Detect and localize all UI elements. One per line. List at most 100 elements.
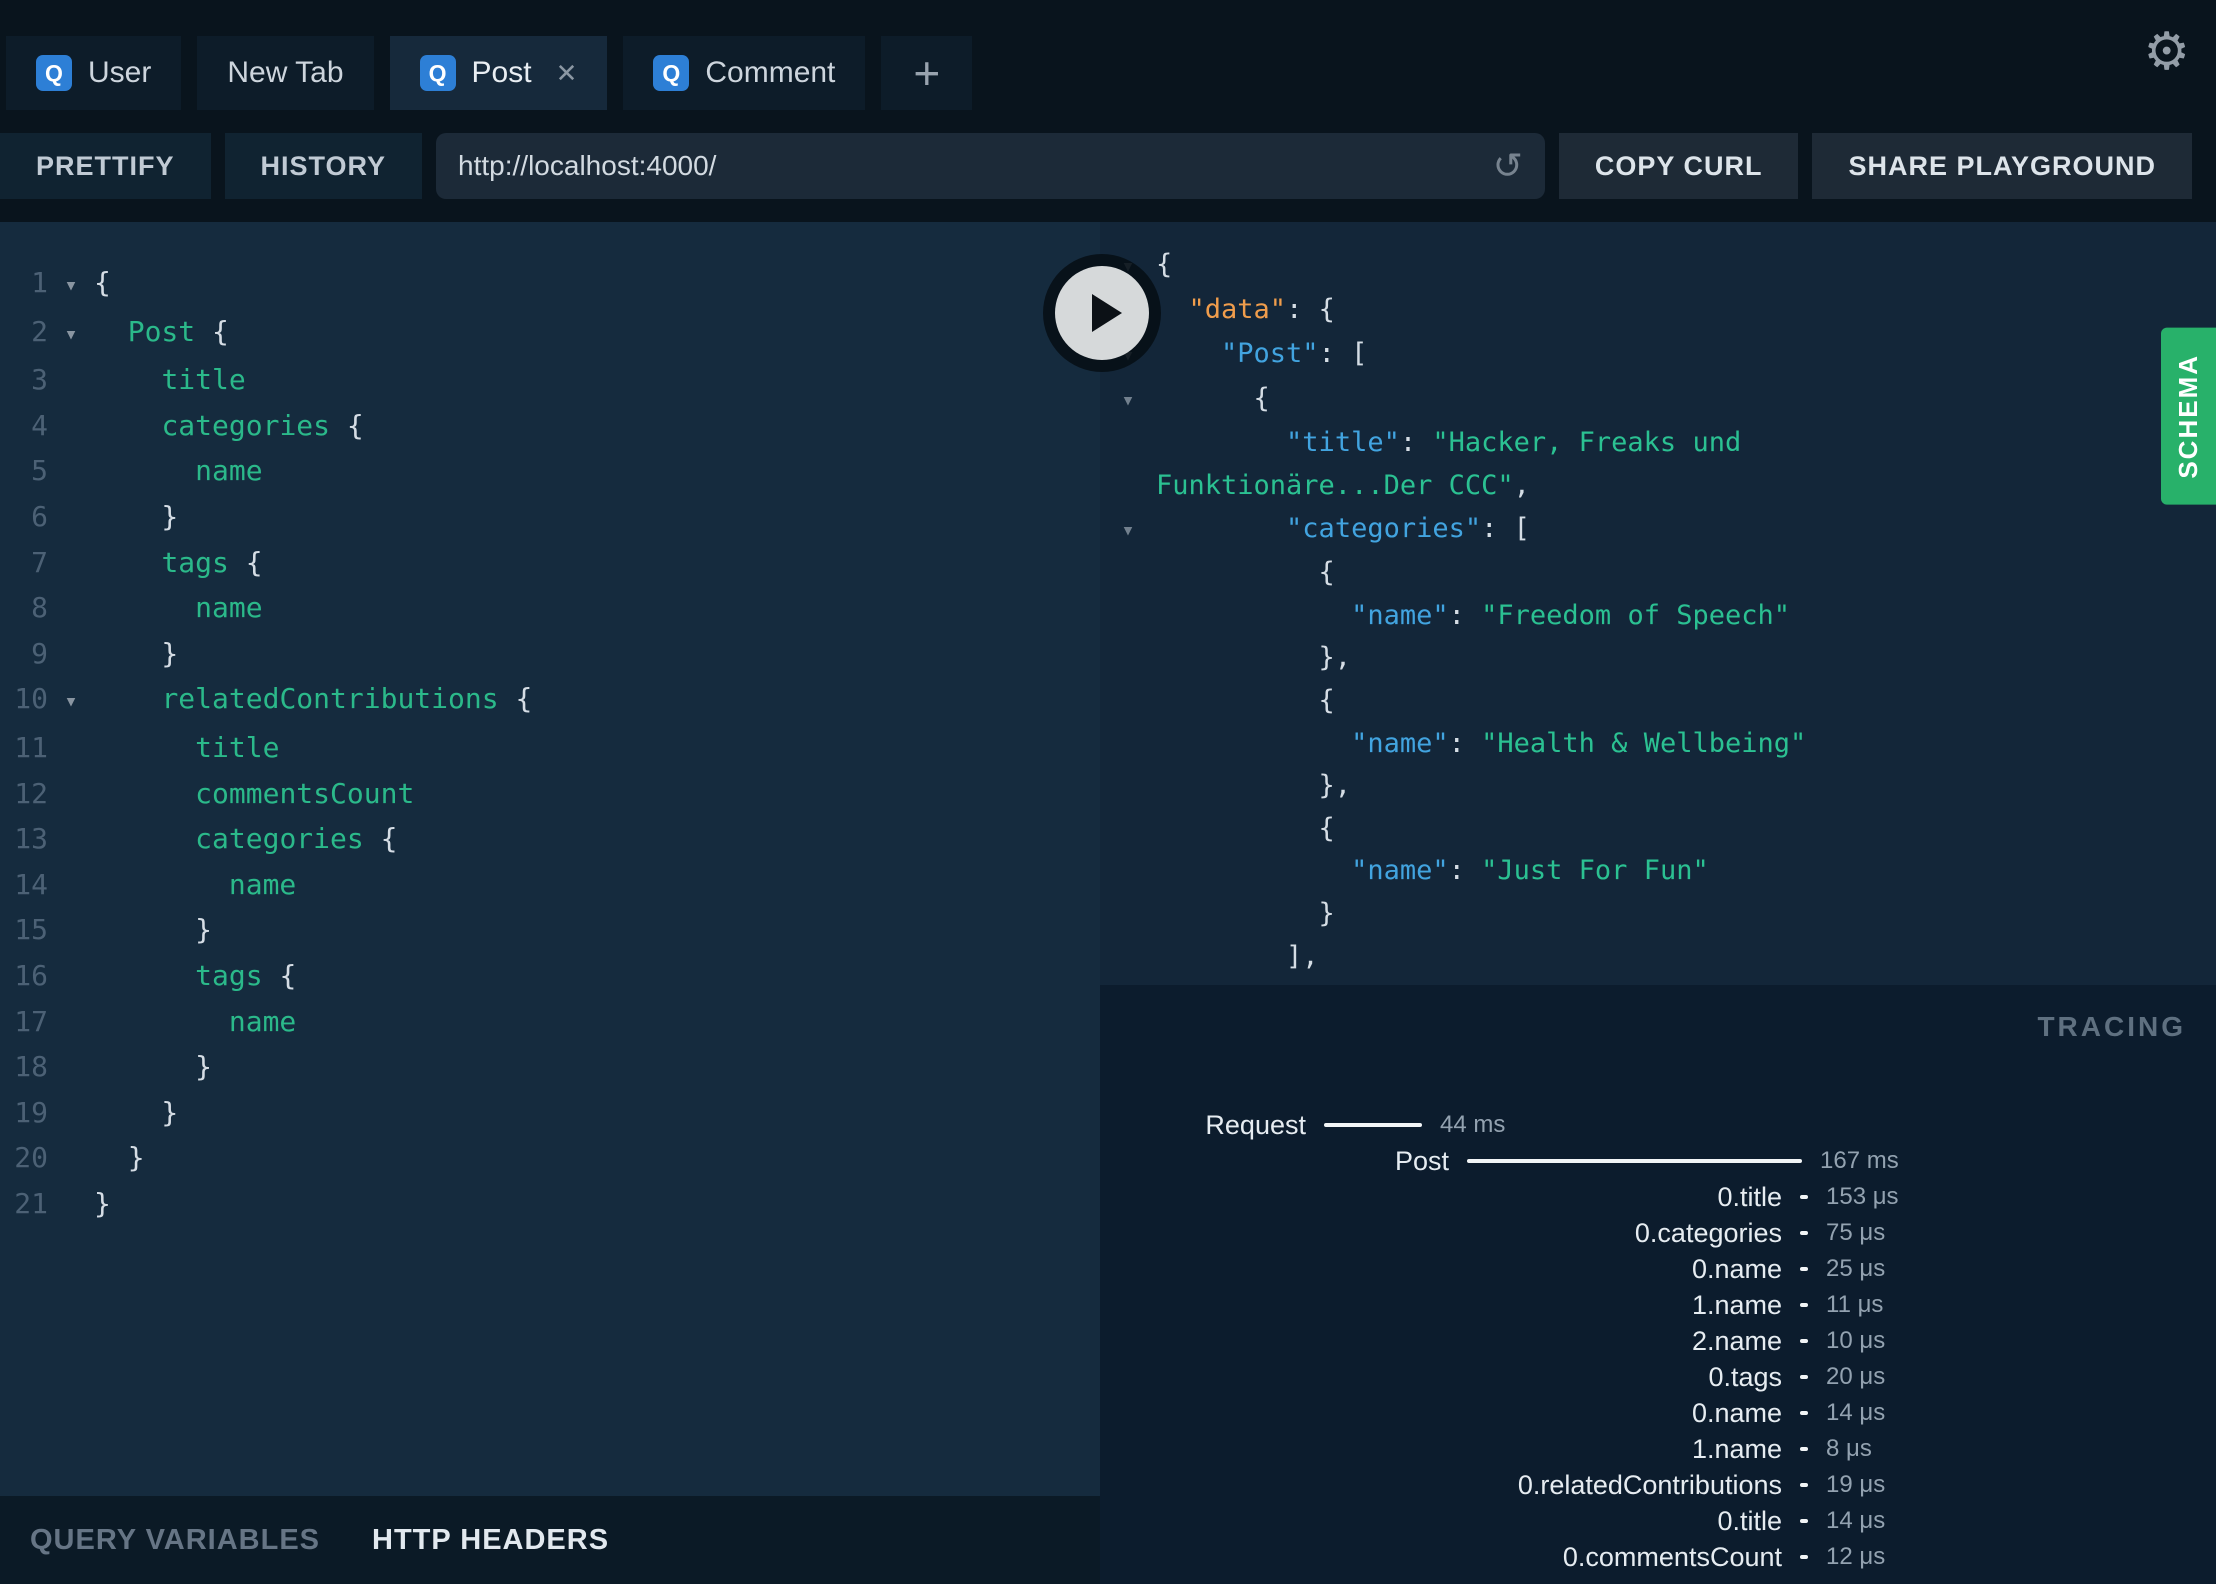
trace-bar: [1800, 1195, 1808, 1199]
code-line: ▾ "categories": [: [1100, 508, 2216, 553]
share-playground-button[interactable]: SHARE PLAYGROUND: [1812, 133, 2192, 199]
query-badge-icon: Q: [419, 55, 456, 91]
trace-rows: Request 44 ms Post 167 ms 0.title 153 μs 0.cat…: [1100, 1107, 2186, 1575]
trace-bar: [1800, 1339, 1808, 1343]
code-token: },: [1156, 642, 1352, 674]
code-token: :: [1448, 855, 1482, 887]
code-token: Post: [127, 314, 196, 348]
trace-bar: [1800, 1303, 1808, 1307]
line-number: 5: [31, 454, 48, 488]
code-line: 18 }: [0, 1044, 1100, 1090]
code-token: }: [94, 1141, 145, 1175]
code-token: },: [1156, 770, 1352, 802]
trace-time: 167 ms: [1820, 1147, 1899, 1174]
play-icon: [1092, 294, 1122, 332]
code-token: }: [94, 913, 213, 947]
tracing-panel: TRACING Request 44 ms Post 167 ms 0.title 153…: [1100, 985, 2216, 1584]
reload-icon[interactable]: ↺: [1493, 148, 1523, 184]
trace-row: 2.name 10 μs: [1100, 1323, 2186, 1359]
trace-bar: [1800, 1411, 1808, 1415]
trace-row: 0.name 25 μs: [1100, 1251, 2186, 1287]
bottom-tab-bar: QUERY VARIABLES HTTP HEADERS: [0, 1496, 1100, 1584]
trace-time: 25 μs: [1826, 1255, 1886, 1282]
code-token: name: [228, 867, 297, 901]
settings-gear-icon[interactable]: ⚙: [2143, 26, 2190, 78]
trace-time: 12 μs: [1826, 1543, 1886, 1570]
fold-caret-icon[interactable]: ▾: [1100, 510, 1156, 553]
code-line: 15 }: [0, 907, 1100, 953]
code-token: }: [94, 636, 179, 670]
code-token: }: [94, 1050, 213, 1084]
trace-label: 0.title: [1717, 1181, 1782, 1212]
code-token: }: [94, 1186, 111, 1220]
code-line: ▾ "Post": [: [1100, 333, 2216, 378]
fold-caret-icon[interactable]: ▾: [48, 312, 94, 358]
close-tab-icon[interactable]: ✕: [556, 58, 578, 89]
code-line: 9 }: [0, 631, 1100, 677]
trace-time: 75 μs: [1826, 1219, 1886, 1246]
new-tab-button[interactable]: +: [881, 36, 973, 110]
trace-bar: [1800, 1267, 1808, 1271]
http-headers-tab[interactable]: HTTP HEADERS: [372, 1524, 609, 1557]
url-input[interactable]: [458, 150, 1493, 182]
trace-time: 8 μs: [1826, 1435, 1872, 1462]
trace-time: 44 ms: [1440, 1111, 1506, 1138]
query-editor[interactable]: 1 ▾{2 ▾ Post {3 title 4 categories {5 name 6…: [0, 222, 1100, 1496]
code-token: : [: [1318, 338, 1368, 370]
trace-bar: [1800, 1555, 1808, 1559]
fold-caret-icon[interactable]: ▾: [48, 679, 94, 725]
trace-row: 0.commentsCount 12 μs: [1100, 1539, 2186, 1575]
line-number: 4: [31, 408, 48, 442]
code-line: {: [1100, 680, 2216, 723]
tab-user[interactable]: Q User: [6, 36, 182, 110]
code-token: {: [363, 822, 398, 856]
tab-bar: Q User New Tab Q Post ✕ Q Comment + ⚙: [0, 0, 2216, 110]
trace-label: 0.title: [1717, 1505, 1782, 1536]
trace-row: 0.title 14 μs: [1100, 1503, 2186, 1539]
code-line: {: [1100, 808, 2216, 851]
code-line: 16 tags {: [0, 953, 1100, 999]
code-line: 20 }: [0, 1135, 1100, 1181]
code-line: 1 ▾{: [0, 260, 1100, 309]
tab-post[interactable]: Q Post ✕: [389, 36, 608, 110]
history-button[interactable]: HISTORY: [224, 133, 423, 199]
code-token: categories: [161, 408, 331, 442]
fold-caret-icon[interactable]: ▾: [1100, 380, 1156, 423]
code-token: commentsCount: [195, 776, 415, 810]
execute-button[interactable]: [1055, 266, 1149, 360]
graphql-playground: Q User New Tab Q Post ✕ Q Comment + ⚙ PRETTIFY H…: [0, 0, 2216, 1584]
line-number: 10: [14, 682, 48, 716]
fold-caret-icon[interactable]: ▾: [48, 263, 94, 309]
code-token: {: [330, 408, 364, 442]
code-token: "categories": [1286, 512, 1482, 544]
trace-label: 0.commentsCount: [1562, 1541, 1782, 1572]
line-number: 18: [14, 1050, 48, 1084]
tab-comment[interactable]: Q Comment: [623, 36, 866, 110]
code-line: 13 categories {: [0, 816, 1100, 862]
trace-bar: [1324, 1123, 1422, 1127]
code-token: name: [195, 591, 263, 625]
code-token: :: [1448, 727, 1482, 759]
code-token: {: [498, 682, 533, 716]
code-token: name: [228, 1004, 297, 1038]
code-token: ],: [1156, 940, 1319, 972]
code-token: {: [1156, 557, 1335, 589]
trace-label: 1.name: [1691, 1289, 1782, 1320]
tabs-container: Q User New Tab Q Post ✕ Q Comment +: [6, 36, 973, 110]
code-line: 12 commentsCount: [0, 771, 1100, 817]
copy-curl-button[interactable]: COPY CURL: [1558, 133, 1799, 199]
query-variables-tab[interactable]: QUERY VARIABLES: [30, 1524, 320, 1557]
schema-tab[interactable]: SCHEMA: [2161, 328, 2216, 505]
code-token: tags: [195, 958, 263, 992]
tab-new-tab[interactable]: New Tab: [197, 36, 374, 110]
tab-label: New Tab: [227, 56, 344, 89]
code-token: : [: [1481, 512, 1530, 544]
prettify-button[interactable]: PRETTIFY: [0, 133, 211, 199]
trace-row: 0.categories 75 μs: [1100, 1215, 2186, 1251]
line-number: 21: [14, 1186, 48, 1220]
